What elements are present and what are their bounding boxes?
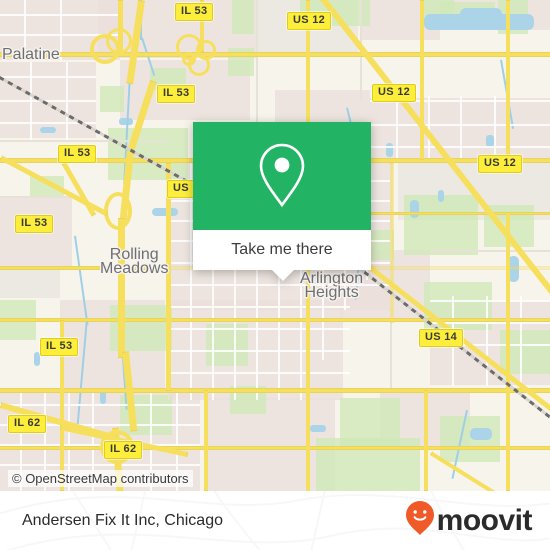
street xyxy=(0,14,118,16)
road-highway xyxy=(424,390,428,491)
map-pin-icon xyxy=(255,141,309,211)
road-highway xyxy=(420,0,424,160)
highway-shield: US 12 xyxy=(372,84,417,102)
road-section xyxy=(0,140,170,142)
moovit-wordmark: moovit xyxy=(436,503,533,537)
landuse-park xyxy=(232,0,254,34)
road-highway xyxy=(204,390,208,491)
map-attribution[interactable]: © OpenStreetMap contributors xyxy=(8,470,193,487)
street xyxy=(430,300,550,302)
map-screenshot: Palatine Rolling Meadows Arlington Heights I… xyxy=(0,0,550,550)
landuse-civic xyxy=(0,268,60,298)
street xyxy=(60,0,62,60)
road-interchange-loop xyxy=(182,52,196,66)
city-label-line: Palatine xyxy=(2,46,60,63)
road-highway xyxy=(506,212,510,491)
landuse-park xyxy=(108,128,188,180)
highway-shield: IL 53 xyxy=(175,3,214,21)
landuse-park xyxy=(440,416,500,462)
road-interchange-loop xyxy=(106,28,132,54)
landuse-park xyxy=(100,86,124,112)
road-highway xyxy=(370,212,550,215)
map-canvas[interactable]: Palatine Rolling Meadows Arlington Heights I… xyxy=(0,0,550,491)
water-pond xyxy=(410,200,419,218)
street xyxy=(170,372,350,374)
take-me-there-button[interactable]: Take me there xyxy=(193,230,371,270)
highway-shield: IL 53 xyxy=(157,85,196,103)
city-rolling-meadows: Rolling Meadows xyxy=(100,247,169,277)
street xyxy=(66,62,68,140)
highway-shield: IL 53 xyxy=(40,338,79,356)
highway-shield: IL 53 xyxy=(15,215,54,233)
water-pond xyxy=(438,190,444,202)
highway-shield: US 12 xyxy=(478,155,523,173)
road-highway xyxy=(0,388,550,393)
street xyxy=(396,96,398,162)
road-section xyxy=(430,250,550,252)
popup-pin-area xyxy=(193,122,371,230)
water-pond xyxy=(310,425,326,432)
road-highway xyxy=(0,318,550,322)
city-arlington-heights: Arlington Heights xyxy=(300,271,363,301)
road-section xyxy=(0,196,72,198)
road-highway xyxy=(506,0,510,160)
street xyxy=(460,96,462,162)
street xyxy=(0,76,96,78)
city-palatine: Palatine xyxy=(2,46,60,63)
destination-popup[interactable]: Take me there xyxy=(193,122,371,281)
water-pond xyxy=(40,127,56,133)
street xyxy=(0,100,96,102)
street xyxy=(0,464,200,466)
highway-shield: IL 62 xyxy=(104,441,143,459)
street xyxy=(0,404,200,406)
street xyxy=(430,322,550,324)
road-highway xyxy=(390,163,394,323)
footer-bar: Andersen Fix It Inc, Chicago moovit xyxy=(0,491,550,550)
moovit-smiley-pin-icon xyxy=(405,500,435,541)
road-highway xyxy=(0,446,550,450)
city-label-line: Meadows xyxy=(100,260,169,277)
street xyxy=(520,296,522,386)
water-lake xyxy=(460,8,502,20)
highway-shield: US 14 xyxy=(419,329,464,347)
street xyxy=(30,62,32,140)
water-pond xyxy=(152,208,178,216)
highway-shield: IL 62 xyxy=(8,415,47,433)
road-expressway xyxy=(118,218,125,358)
street xyxy=(494,96,496,162)
street xyxy=(486,296,488,386)
water-pond xyxy=(470,428,492,440)
highway-shield: US xyxy=(167,180,195,198)
place-name: Andersen Fix It Inc, Chicago xyxy=(22,511,223,529)
popup-tail xyxy=(272,270,294,281)
highway-shield: IL 53 xyxy=(58,145,97,163)
take-me-there-label: Take me there xyxy=(231,241,333,258)
moovit-logo[interactable]: moovit xyxy=(405,500,533,541)
highway-shield: US 12 xyxy=(287,12,332,30)
city-label-line: Heights xyxy=(304,284,359,301)
road-highway xyxy=(0,52,550,57)
